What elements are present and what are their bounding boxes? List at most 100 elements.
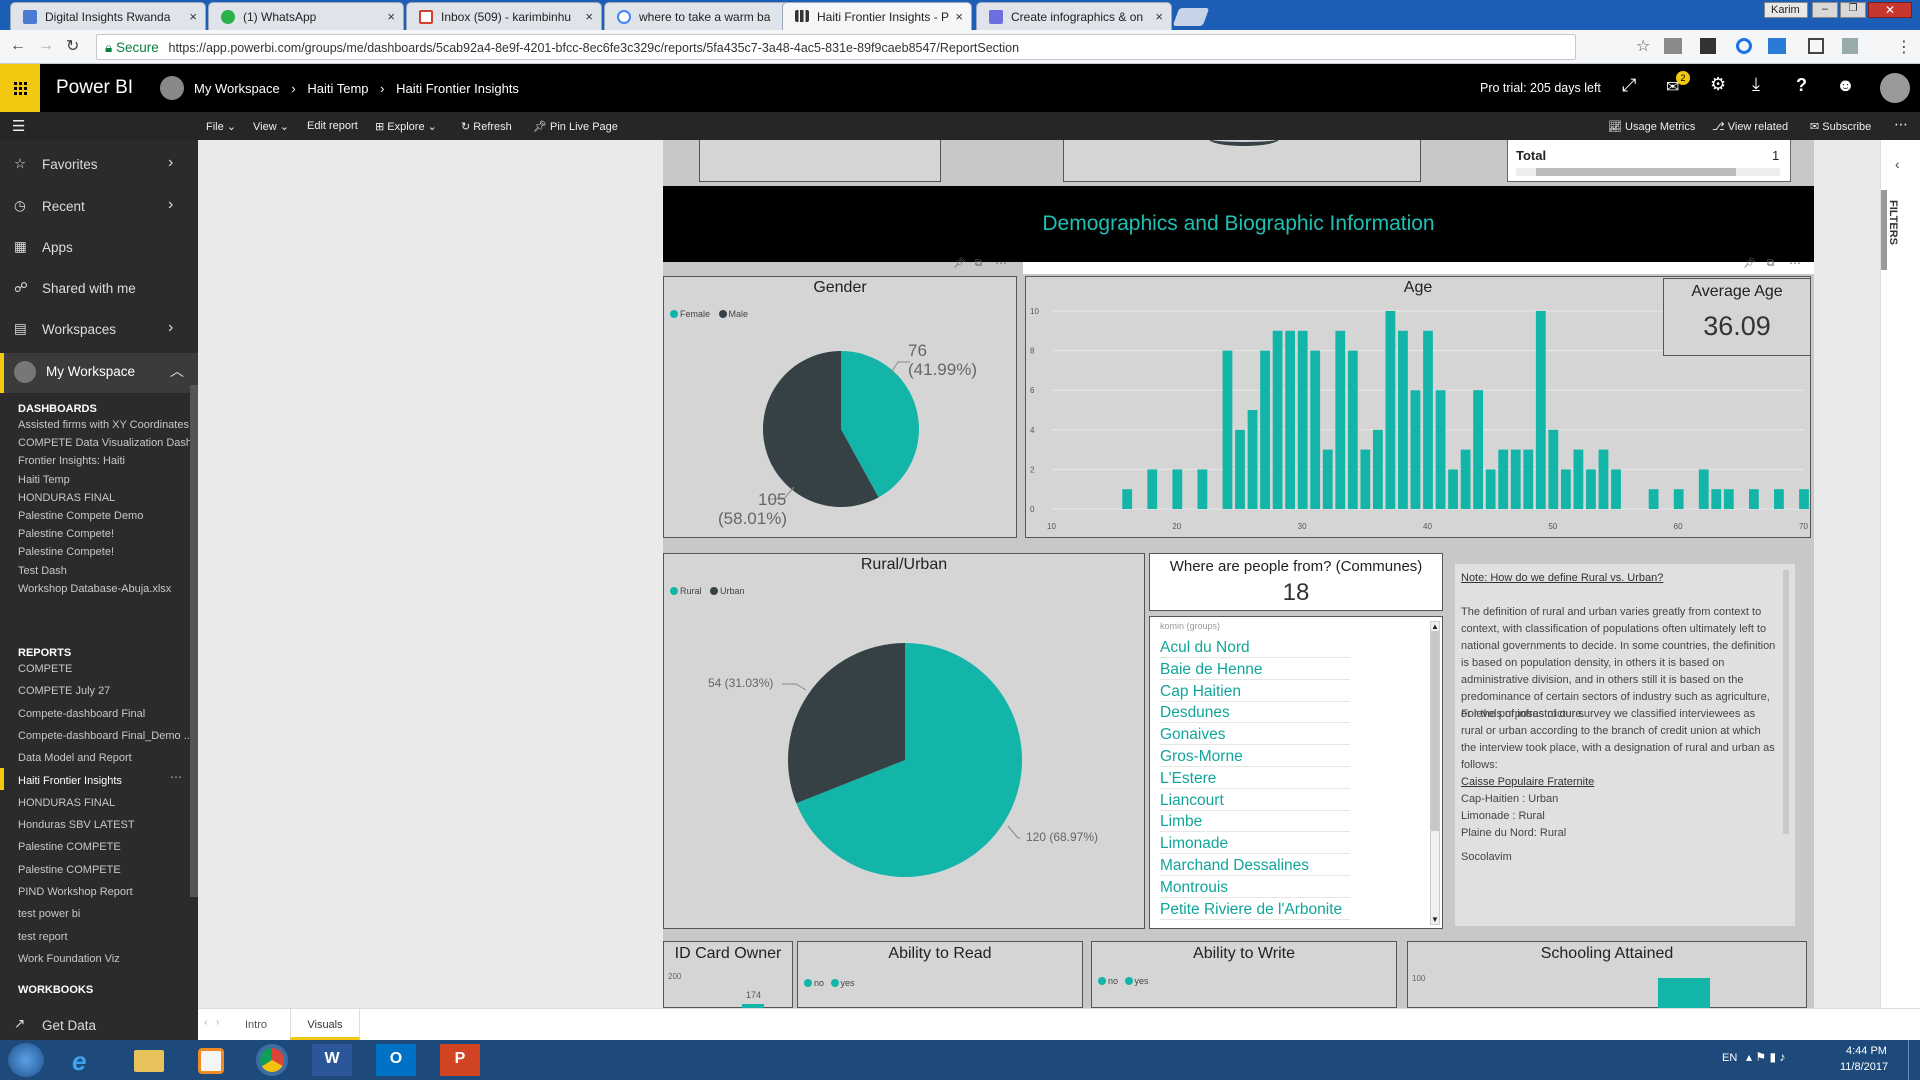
slicer-item[interactable]: Acul du Nord bbox=[1160, 639, 1350, 658]
slicer-item[interactable]: Petite Riviere de l'Arbonite bbox=[1160, 901, 1350, 920]
age-bar[interactable] bbox=[1448, 469, 1458, 509]
legend-item[interactable]: yes bbox=[1124, 976, 1149, 986]
dashboard-link[interactable]: COMPETE Data Visualization Dash... bbox=[18, 437, 190, 449]
nav-workspaces[interactable]: ▤ Workspaces › bbox=[0, 311, 198, 351]
extension-icon[interactable] bbox=[1808, 38, 1824, 54]
age-bar[interactable] bbox=[1147, 469, 1158, 509]
feedback-smiley-icon[interactable]: ☻ bbox=[1836, 75, 1855, 96]
extension-icon[interactable] bbox=[1700, 38, 1716, 54]
internet-explorer-icon[interactable]: e bbox=[72, 1046, 86, 1077]
dashboard-link[interactable]: Palestine Compete Demo bbox=[18, 510, 190, 522]
slicer-item[interactable]: Cap Haitien bbox=[1160, 683, 1350, 702]
report-link[interactable]: test report bbox=[18, 931, 190, 943]
age-bar[interactable] bbox=[1535, 311, 1546, 509]
age-bar[interactable] bbox=[1272, 330, 1283, 509]
age-bar[interactable] bbox=[1523, 449, 1534, 509]
filters-pane-collapsed[interactable]: ‹ FILTERS bbox=[1880, 140, 1920, 1008]
maximize-button[interactable]: ❐ bbox=[1840, 2, 1866, 18]
more-options-icon[interactable]: ⋯ bbox=[1894, 116, 1908, 133]
nav-my-workspace[interactable]: My Workspace ︿ bbox=[0, 353, 198, 393]
dashboard-link[interactable]: Palestine Compete! bbox=[18, 528, 190, 540]
help-icon[interactable]: ? bbox=[1796, 75, 1807, 96]
age-bar[interactable] bbox=[1748, 489, 1759, 509]
slicer-item[interactable]: L'Estere bbox=[1160, 770, 1350, 789]
word-icon[interactable]: W bbox=[312, 1044, 352, 1076]
age-bar[interactable] bbox=[1611, 469, 1621, 509]
focus-mode-icon[interactable]: ⧉ bbox=[1767, 258, 1774, 269]
slicer-item[interactable]: Baie de Henne bbox=[1160, 661, 1350, 680]
legend-item[interactable]: no bbox=[804, 978, 824, 988]
legend-item[interactable]: no bbox=[1098, 976, 1118, 986]
new-tab-button[interactable] bbox=[1172, 8, 1210, 26]
ability-to-read-visual[interactable]: Ability to Read no yes bbox=[797, 941, 1083, 1008]
app-launcher-icon[interactable] bbox=[0, 64, 40, 112]
horizontal-scrollbar[interactable] bbox=[1516, 168, 1780, 176]
profile-button[interactable]: Karim bbox=[1764, 2, 1808, 18]
media-player-icon[interactable] bbox=[198, 1048, 224, 1074]
communes-slicer[interactable]: komin (groups) ▲ ▼ Acul du Nord Baie de H… bbox=[1149, 616, 1443, 929]
age-bar[interactable] bbox=[1460, 449, 1471, 509]
pin-live-page-button[interactable]: 📌︎ Pin Live Page bbox=[533, 120, 618, 133]
age-bar[interactable] bbox=[1372, 429, 1383, 509]
hamburger-menu-icon[interactable]: ☰ bbox=[12, 117, 25, 135]
age-bar[interactable] bbox=[1723, 489, 1734, 509]
age-bar[interactable] bbox=[1774, 489, 1784, 509]
age-bar[interactable] bbox=[1122, 489, 1133, 509]
age-bar[interactable] bbox=[1360, 449, 1371, 509]
age-bar[interactable] bbox=[1648, 489, 1659, 509]
nav-scrollbar[interactable] bbox=[190, 385, 198, 897]
show-desktop-button[interactable] bbox=[1908, 1040, 1920, 1080]
report-link[interactable]: COMPETE July 27 bbox=[18, 685, 190, 697]
extension-icon[interactable] bbox=[1842, 38, 1858, 54]
extension-icon[interactable] bbox=[1768, 38, 1786, 54]
age-bar[interactable] bbox=[1799, 489, 1809, 509]
more-options-icon[interactable]: ⋯ bbox=[995, 256, 1007, 270]
usage-metrics-button[interactable]: 📈︎ Usage Metrics bbox=[1608, 120, 1695, 133]
age-bar[interactable] bbox=[1711, 489, 1722, 509]
clock-date[interactable]: 11/8/2017 bbox=[1840, 1061, 1888, 1073]
chrome-icon[interactable] bbox=[256, 1044, 288, 1076]
slicer-item[interactable]: Liancourt bbox=[1160, 792, 1350, 811]
trial-status[interactable]: Pro trial: 205 days left bbox=[1480, 81, 1601, 95]
ability-to-write-visual[interactable]: Ability to Write no yes bbox=[1091, 941, 1397, 1008]
age-bar[interactable] bbox=[1247, 410, 1258, 509]
age-bar[interactable] bbox=[1385, 311, 1396, 509]
vertical-scrollbar[interactable] bbox=[1783, 570, 1789, 834]
tab-intro[interactable]: Intro bbox=[234, 1009, 278, 1040]
view-menu[interactable]: View ⌄ bbox=[253, 120, 289, 133]
start-button-icon[interactable] bbox=[8, 1043, 44, 1077]
slicer-item[interactable]: Limonade bbox=[1160, 835, 1350, 855]
clock-time[interactable]: 4:44 PM bbox=[1846, 1045, 1887, 1057]
age-bar[interactable] bbox=[1548, 429, 1559, 509]
report-link[interactable]: Data Model and Report bbox=[18, 752, 190, 764]
age-bar[interactable] bbox=[1335, 330, 1346, 509]
fullscreen-icon[interactable]: ⤢ bbox=[1622, 75, 1636, 96]
age-bar[interactable] bbox=[1698, 469, 1709, 509]
nav-shared-with-me[interactable]: ☍ Shared with me bbox=[0, 270, 198, 310]
forward-icon[interactable]: → bbox=[38, 37, 54, 55]
age-bar[interactable] bbox=[1322, 449, 1333, 509]
age-bar[interactable] bbox=[1398, 330, 1408, 509]
slicer-item[interactable]: Montrouis bbox=[1160, 879, 1350, 898]
focus-mode-icon[interactable]: ⧉ bbox=[975, 258, 982, 269]
file-explorer-icon[interactable] bbox=[134, 1050, 164, 1072]
nav-recent[interactable]: ◷ Recent › bbox=[0, 188, 198, 228]
report-link[interactable]: Compete-dashboard Final bbox=[18, 708, 190, 720]
breadcrumb-item[interactable]: My Workspace bbox=[194, 81, 280, 96]
age-bar[interactable] bbox=[1435, 390, 1446, 509]
menu-icon[interactable]: ⋮ bbox=[1896, 37, 1912, 57]
close-tab-icon[interactable]: × bbox=[387, 9, 395, 24]
age-bar[interactable] bbox=[1310, 350, 1321, 509]
reload-icon[interactable]: ↻ bbox=[66, 36, 79, 56]
slicer-item[interactable]: Gros-Morne bbox=[1160, 748, 1350, 767]
age-bar[interactable] bbox=[1172, 469, 1183, 509]
dashboard-link[interactable]: Palestine Compete! bbox=[18, 546, 190, 558]
report-link[interactable]: Honduras SBV LATEST bbox=[18, 819, 190, 831]
age-bar[interactable] bbox=[1197, 469, 1208, 509]
dashboard-link[interactable]: Workshop Database-Abuja.xlsx bbox=[18, 583, 190, 595]
browser-tab[interactable]: Digital Insights Rwanda × bbox=[10, 2, 206, 30]
age-bar[interactable] bbox=[1598, 449, 1609, 509]
report-link[interactable]: test power bi bbox=[18, 908, 190, 920]
chevron-left-icon[interactable]: ‹ bbox=[204, 1017, 207, 1028]
close-tab-icon[interactable]: × bbox=[955, 9, 963, 24]
